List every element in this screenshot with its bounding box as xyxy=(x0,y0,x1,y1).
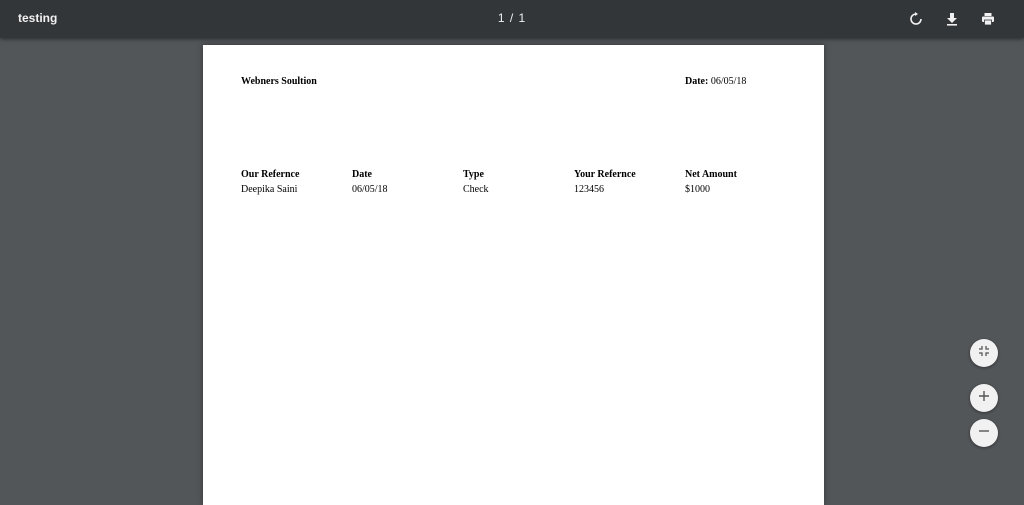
column-header: Your Refernce xyxy=(574,169,636,180)
zoom-out-icon xyxy=(978,424,990,442)
zoom-in-button[interactable] xyxy=(970,384,998,412)
fit-page-button[interactable] xyxy=(970,339,998,367)
reference-table: Our Refernce Date Type Your Refernce Net… xyxy=(241,169,796,199)
page-counter: 1 / 1 xyxy=(497,11,527,25)
column-header: Our Refernce xyxy=(241,169,300,180)
download-icon xyxy=(945,12,959,26)
company-name: Webners Soultion xyxy=(241,76,317,87)
zoom-out-button[interactable] xyxy=(970,419,998,447)
document-date: Date: 06/05/18 xyxy=(685,76,746,87)
date-label: Date: xyxy=(685,76,709,87)
print-button[interactable] xyxy=(976,7,1000,31)
print-icon xyxy=(981,12,995,26)
table-cell: 06/05/18 xyxy=(352,184,388,195)
zoom-in-icon xyxy=(978,389,990,407)
column-header: Date xyxy=(352,169,372,180)
table-header-row: Our Refernce Date Type Your Refernce Net… xyxy=(241,169,796,184)
column-header: Type xyxy=(463,169,484,180)
table-cell: Deepika Saini xyxy=(241,184,298,195)
download-button[interactable] xyxy=(940,7,964,31)
table-cell: Check xyxy=(463,184,489,195)
table-cell: 123456 xyxy=(574,184,604,195)
pdf-toolbar: testing 1 / 1 xyxy=(0,0,1024,38)
pdf-page: Webners Soultion Date: 06/05/18 Our Refe… xyxy=(203,45,824,505)
fit-page-icon xyxy=(978,344,990,362)
date-value: 06/05/18 xyxy=(710,76,747,87)
rotate-icon xyxy=(909,12,923,26)
table-row: Deepika Saini 06/05/18 Check 123456 $100… xyxy=(241,184,796,199)
rotate-button[interactable] xyxy=(904,7,928,31)
column-header: Net Amount xyxy=(685,169,737,180)
table-cell: $1000 xyxy=(685,184,710,195)
